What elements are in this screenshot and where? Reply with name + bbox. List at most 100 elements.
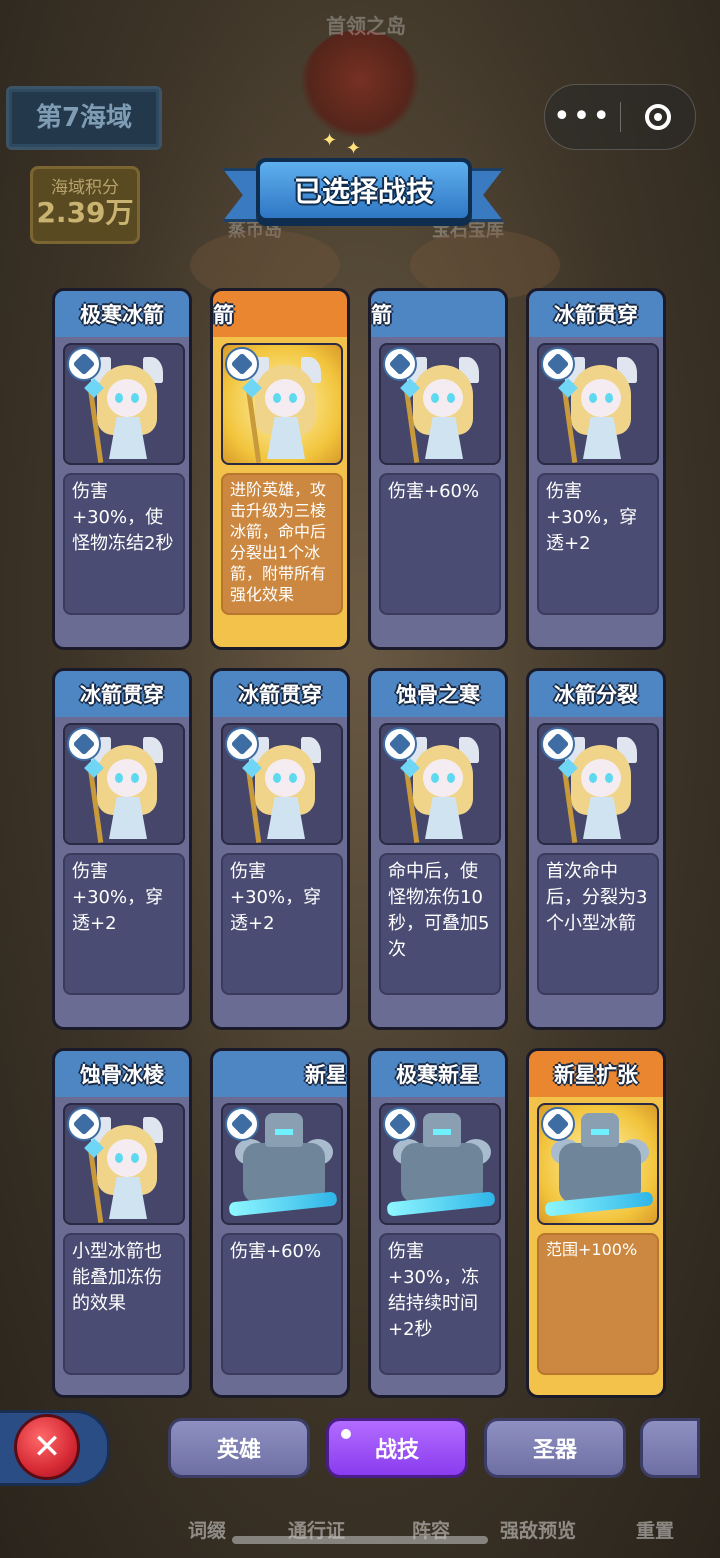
close-miniprogram-button[interactable] bbox=[621, 104, 695, 130]
skill-description: 伤害+30%，使怪物冻结2秒 bbox=[63, 473, 185, 615]
footer-enemy-preview[interactable]: 强敌预览 bbox=[500, 1516, 576, 1543]
skill-card-body: 命中后，使怪物冻伤10秒，可叠加5次 bbox=[371, 717, 505, 1027]
skill-card-header: 冰箭贯穿 bbox=[213, 671, 347, 717]
ice-archer-portrait bbox=[537, 343, 659, 465]
ice-archer-portrait bbox=[537, 723, 659, 845]
skill-card[interactable]: 冰箭贯穿伤害+30%，穿透+2 bbox=[52, 668, 192, 1030]
tab-hero[interactable]: 英雄 bbox=[168, 1418, 310, 1478]
target-icon bbox=[645, 104, 671, 130]
skill-card-header: 蚀骨冰棱 bbox=[55, 1051, 189, 1097]
frost-element-icon bbox=[383, 1107, 417, 1141]
skill-card[interactable]: 蚀骨之寒命中后，使怪物冻伤10秒，可叠加5次 bbox=[368, 668, 508, 1030]
ice-archer-portrait bbox=[379, 343, 501, 465]
footer-reset[interactable]: 重置 bbox=[636, 1516, 674, 1543]
title-banner: 已选择战技 bbox=[256, 158, 472, 222]
frost-element-icon bbox=[541, 347, 575, 381]
skill-card-body: 小型冰箭也能叠加冻伤的效果 bbox=[55, 1097, 189, 1395]
frost-knight-portrait bbox=[537, 1103, 659, 1225]
skill-card[interactable]: 极寒冰箭伤害+30%，使怪物冻结2秒 bbox=[52, 288, 192, 650]
close-button[interactable]: ✕ bbox=[14, 1414, 80, 1480]
ice-archer-icon bbox=[84, 357, 163, 463]
skill-name: 冰箭贯穿 bbox=[554, 303, 638, 327]
skill-description: 命中后，使怪物冻伤10秒，可叠加5次 bbox=[379, 853, 501, 995]
more-button[interactable]: ••• bbox=[545, 87, 620, 147]
boss-island-label: 首领之岛 bbox=[326, 14, 406, 38]
ice-archer-portrait bbox=[63, 1103, 185, 1225]
skill-description: 伤害+30%，穿透+2 bbox=[221, 853, 343, 995]
skill-description: 进阶英雄，攻击升级为三棱冰箭，命中后分裂出1个冰箭，附带所有强化效果 bbox=[221, 473, 343, 615]
frost-element-icon bbox=[225, 727, 259, 761]
ice-archer-icon bbox=[558, 737, 637, 843]
skill-card-body: 伤害+30%，穿透+2 bbox=[55, 717, 189, 1027]
skill-name: 冰箭贯穿 bbox=[80, 683, 164, 707]
skill-card[interactable]: 蚀骨冰棱小型冰箭也能叠加冻伤的效果 bbox=[52, 1048, 192, 1398]
skill-card-body: 伤害+30%，穿透+2 bbox=[529, 337, 663, 647]
sparkle-icon: ✦ bbox=[322, 130, 338, 151]
skill-name: 极寒新星 bbox=[396, 1063, 480, 1087]
skill-card[interactable]: 箭进阶英雄，攻击升级为三棱冰箭，命中后分裂出1个冰箭，附带所有强化效果 bbox=[210, 288, 350, 650]
region-badge: 第7海域 bbox=[6, 86, 162, 150]
skill-card-header: 新星扩张 bbox=[529, 1051, 663, 1097]
skill-card-body: 首次命中后，分裂为3个小型冰箭 bbox=[529, 717, 663, 1027]
footer-affix[interactable]: 词缀 bbox=[188, 1516, 226, 1543]
skill-name: 新星扩张 bbox=[554, 1063, 638, 1087]
skill-name: 极寒冰箭 bbox=[80, 303, 164, 327]
ice-archer-portrait bbox=[63, 723, 185, 845]
skill-card[interactable]: 冰箭分裂首次命中后，分裂为3个小型冰箭 bbox=[526, 668, 666, 1030]
skill-card[interactable]: 冰箭贯穿伤害+30%，穿透+2 bbox=[526, 288, 666, 650]
skill-name: 蚀骨冰棱 bbox=[80, 1063, 164, 1087]
skill-card-header: 极寒冰箭 bbox=[55, 291, 189, 337]
skill-description: 伤害+30%，穿透+2 bbox=[537, 473, 659, 615]
frost-element-icon bbox=[383, 347, 417, 381]
skill-card-body: 伤害+30%，使怪物冻结2秒 bbox=[55, 337, 189, 647]
skill-name: 箭 bbox=[371, 303, 392, 327]
skill-card-header: 蚀骨之寒 bbox=[371, 671, 505, 717]
ice-archer-icon bbox=[400, 357, 479, 463]
skill-card-header: 箭 bbox=[371, 291, 505, 337]
skill-name: 蚀骨之寒 bbox=[396, 683, 480, 707]
skill-description: 首次命中后，分裂为3个小型冰箭 bbox=[537, 853, 659, 995]
skill-card-header: 箭 bbox=[213, 291, 347, 337]
tab-artifact[interactable]: 圣器 bbox=[484, 1418, 626, 1478]
skill-card[interactable]: 新星扩张范围+100% bbox=[526, 1048, 666, 1398]
skill-card-body: 伤害+60% bbox=[213, 1097, 347, 1395]
frost-knight-portrait bbox=[221, 1103, 343, 1225]
skill-card-body: 伤害+60% bbox=[371, 337, 505, 647]
tab-hero-label: 英雄 bbox=[216, 1438, 261, 1463]
region-label: 第7海域 bbox=[35, 103, 133, 133]
page-title: 已选择战技 bbox=[293, 175, 434, 208]
ice-archer-portrait bbox=[63, 343, 185, 465]
tab-skills-label: 战技 bbox=[374, 1438, 419, 1463]
skill-card-body: 伤害+30%，穿透+2 bbox=[213, 717, 347, 1027]
frost-element-icon bbox=[225, 1107, 259, 1141]
skill-card-header: 冰箭贯穿 bbox=[529, 291, 663, 337]
skill-card[interactable]: 冰箭贯穿伤害+30%，穿透+2 bbox=[210, 668, 350, 1030]
ice-archer-icon bbox=[558, 357, 637, 463]
skill-description: 小型冰箭也能叠加冻伤的效果 bbox=[63, 1233, 185, 1375]
frost-element-icon bbox=[383, 727, 417, 761]
skill-card[interactable]: 新星 伤害+60% bbox=[210, 1048, 350, 1398]
skill-card[interactable]: 极寒新星 伤害+30%，冻结持续时间+2秒 bbox=[368, 1048, 508, 1398]
frost-element-icon bbox=[225, 347, 259, 381]
skill-card-header: 极寒新星 bbox=[371, 1051, 505, 1097]
skill-description: 伤害+60% bbox=[379, 473, 501, 615]
skill-name: 冰箭分裂 bbox=[554, 683, 638, 707]
ice-archer-icon bbox=[242, 357, 321, 463]
tab-skills[interactable]: 战技 bbox=[326, 1418, 468, 1478]
ice-archer-portrait bbox=[221, 723, 343, 845]
skill-name: 箭 bbox=[213, 303, 234, 327]
sparkle-icon: ✦ bbox=[346, 138, 362, 159]
tab-more-partial[interactable] bbox=[640, 1418, 700, 1478]
skill-description: 伤害+60% bbox=[221, 1233, 343, 1375]
ice-archer-icon bbox=[242, 737, 321, 843]
active-dot-icon bbox=[341, 1429, 351, 1439]
frost-knight-portrait bbox=[379, 1103, 501, 1225]
skill-card[interactable]: 箭伤害+60% bbox=[368, 288, 508, 650]
score-label: 海域积分 bbox=[51, 178, 119, 198]
tab-artifact-label: 圣器 bbox=[532, 1438, 577, 1463]
frost-element-icon bbox=[541, 1107, 575, 1141]
skill-card-body: 范围+100% bbox=[529, 1097, 663, 1395]
ice-archer-icon bbox=[84, 737, 163, 843]
score-badge: 海域积分 2.39万 bbox=[30, 166, 140, 244]
skill-card-body: 进阶英雄，攻击升级为三棱冰箭，命中后分裂出1个冰箭，附带所有强化效果 bbox=[213, 337, 347, 647]
